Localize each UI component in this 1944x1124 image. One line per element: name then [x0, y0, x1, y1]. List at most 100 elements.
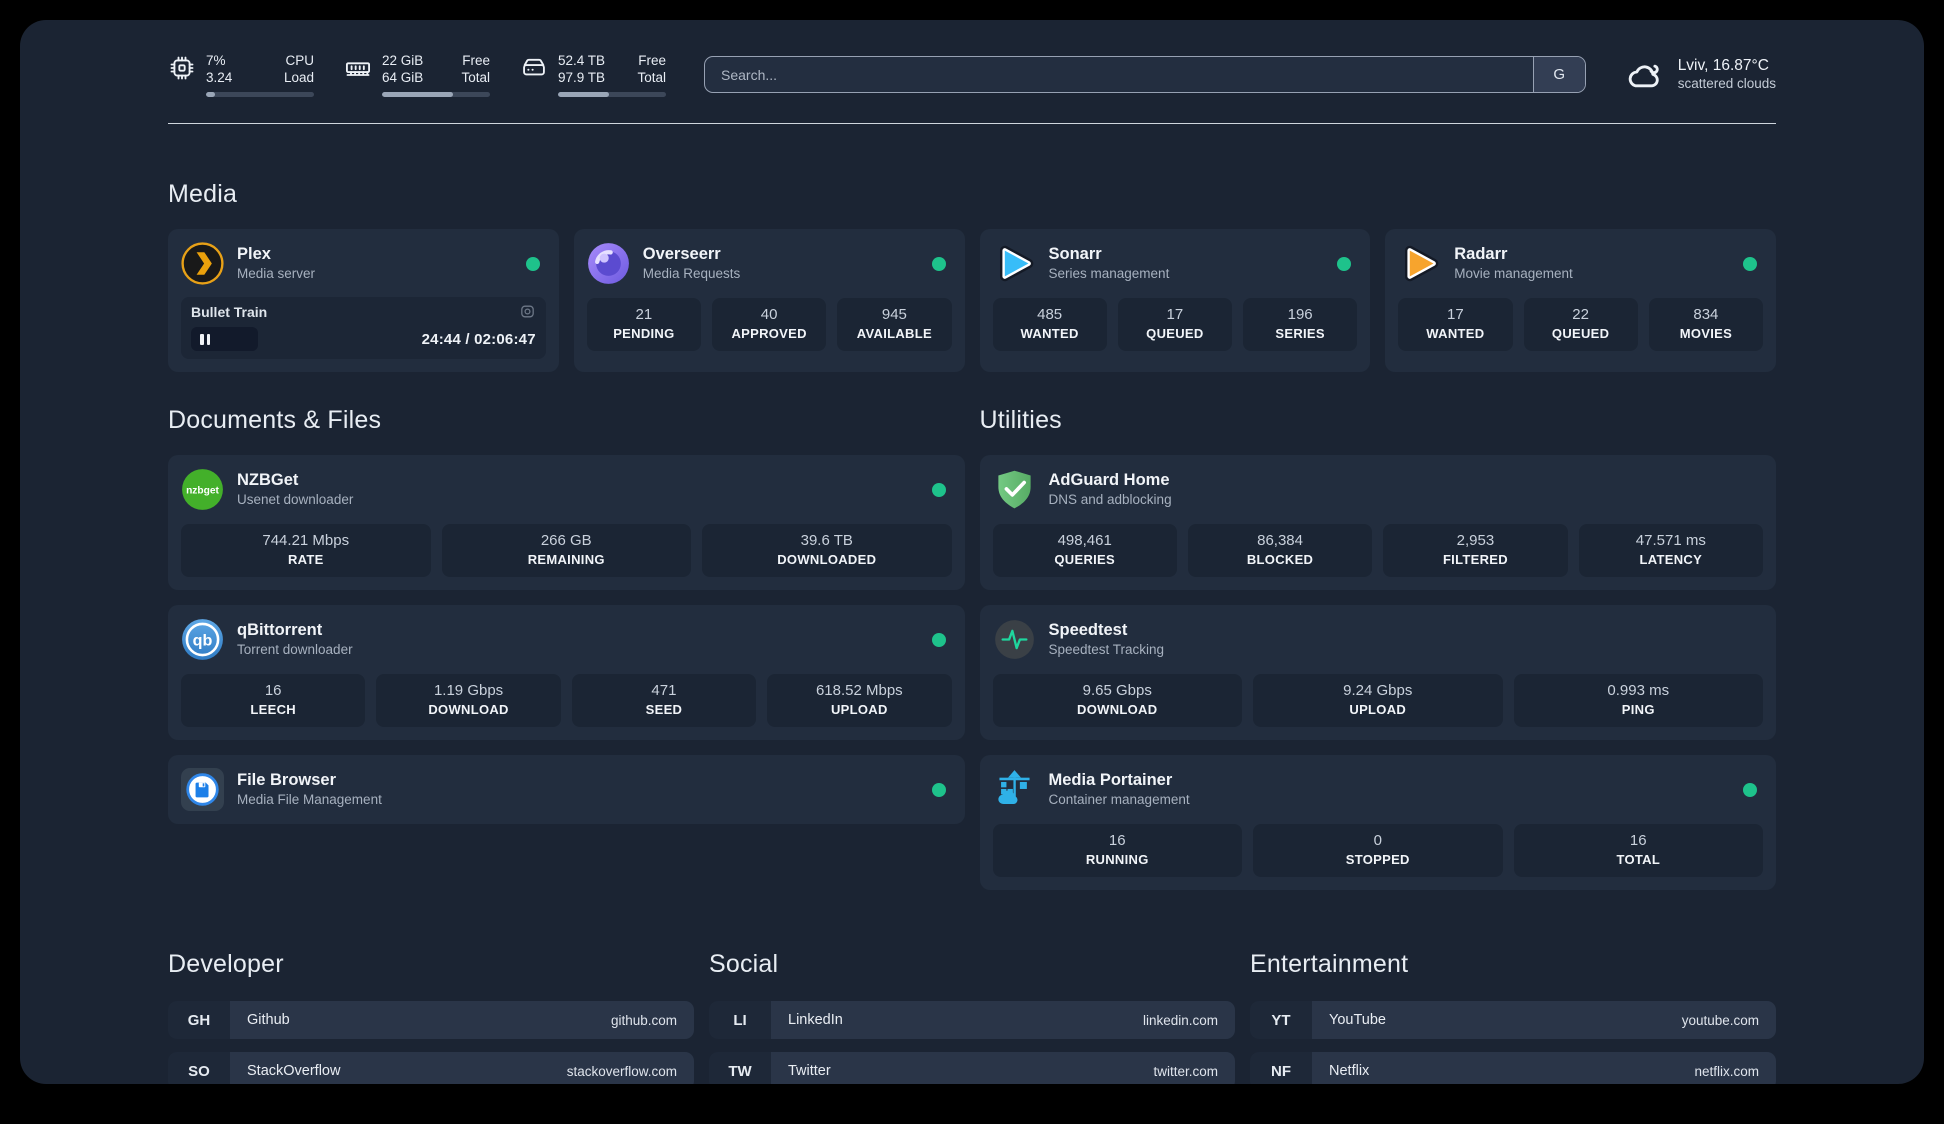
status-dot: [1337, 256, 1352, 271]
bookmark-abbr: GH: [168, 1001, 230, 1039]
weather-location-temp: Lviv, 16.87°C: [1677, 57, 1769, 74]
bookmark-twitter[interactable]: TW Twitter twitter.com: [709, 1052, 1235, 1084]
stat-upload: 9.24 Gbps UPLOAD: [1253, 674, 1503, 727]
service-card-qbittorrent[interactable]: qb qBittorrent Torrent downloader 16 LEE…: [168, 605, 965, 740]
stat-stopped: 0 STOPPED: [1253, 824, 1503, 877]
pause-button[interactable]: [200, 333, 210, 345]
service-subtitle: Movie management: [1454, 266, 1573, 281]
service-subtitle: Container management: [1048, 792, 1190, 807]
service-subtitle: Media File Management: [237, 792, 382, 807]
speedtest-icon: [993, 618, 1036, 661]
cpu-load-label: Load: [283, 70, 314, 85]
memory-total-label: Total: [461, 70, 490, 85]
service-title: File Browser: [237, 771, 337, 789]
status-dot: [931, 782, 946, 797]
player-time: 24:44 / 02:06:47: [421, 330, 536, 348]
cloud-icon: [1624, 55, 1664, 95]
stat-wanted: 17 WANTED: [1398, 298, 1513, 351]
bookmark-abbr: TW: [709, 1052, 771, 1084]
bookmark-name: LinkedIn: [788, 1012, 843, 1028]
filebrowser-icon: [181, 768, 224, 811]
bookmark-group-social: Social LI LinkedIn linkedin.com TW Twitt…: [709, 950, 1235, 1084]
service-subtitle: Torrent downloader: [237, 642, 353, 657]
service-card-adguard[interactable]: AdGuard Home DNS and adblocking 498,461 …: [979, 455, 1776, 590]
service-card-sonarr[interactable]: Sonarr Series management 485 WANTED 17 Q…: [979, 229, 1371, 372]
status-dot: [931, 632, 946, 647]
search-input[interactable]: [705, 57, 1533, 92]
disk-free-label: Free: [638, 53, 666, 68]
service-card-nzbget[interactable]: nzbget NZBGet Usenet downloader 744.21 M…: [168, 455, 965, 590]
section-title-utilities: Utilities: [979, 406, 1062, 434]
bookmark-abbr: YT: [1250, 1001, 1312, 1039]
cpu-usage-value: 7%: [206, 53, 226, 68]
service-subtitle: Media server: [237, 266, 316, 281]
status-dot: [931, 482, 946, 497]
top-header: 7% 3.24 CPU Load 22 GiB 64 GiB Free Tota…: [168, 52, 1776, 97]
service-subtitle: Media Requests: [642, 266, 741, 281]
service-card-overseerr[interactable]: Overseerr Media Requests 21 PENDING 40 A…: [573, 229, 965, 372]
service-title: Sonarr: [1048, 245, 1102, 263]
service-card-filebrowser[interactable]: File Browser Media File Management: [168, 755, 965, 824]
service-title: Plex: [237, 245, 271, 263]
cpu-chip-icon: [168, 54, 196, 82]
service-title: Speedtest: [1048, 621, 1128, 639]
stat-downloaded: 39.6 TB DOWNLOADED: [702, 524, 952, 577]
bookmark-netflix[interactable]: NF Netflix netflix.com: [1250, 1052, 1776, 1084]
stat-download: 1.19 Gbps DOWNLOAD: [376, 674, 561, 727]
section-title-entertainment: Entertainment: [1250, 950, 1409, 978]
stat-leech: 16 LEECH: [181, 674, 366, 727]
stat-wanted: 485 WANTED: [992, 298, 1107, 351]
now-playing-title: Bullet Train: [191, 303, 268, 320]
bookmark-stackoverflow[interactable]: SO StackOverflow stackoverflow.com: [168, 1052, 694, 1084]
cpu-stat: 7% 3.24 CPU Load: [168, 52, 314, 97]
search-bar: G: [704, 56, 1586, 93]
stat-blocked: 86,384 BLOCKED: [1187, 524, 1373, 577]
disk-drive-icon: [520, 54, 548, 82]
search-engine-button[interactable]: G: [1532, 57, 1585, 92]
adguard-icon: [993, 468, 1036, 511]
service-card-speedtest[interactable]: Speedtest Speedtest Tracking 9.65 Gbps D…: [979, 605, 1776, 740]
memory-ram-icon: [344, 54, 372, 82]
system-stats: 7% 3.24 CPU Load 22 GiB 64 GiB Free Tota…: [168, 52, 666, 97]
stat-running: 16 RUNNING: [992, 824, 1242, 877]
section-title-media: Media: [168, 180, 238, 208]
bookmark-abbr: LI: [709, 1001, 771, 1039]
stat-series: 196 SERIES: [1243, 298, 1358, 351]
stat-total: 16 TOTAL: [1513, 824, 1763, 877]
service-title: NZBGet: [237, 471, 299, 489]
disk-free-value: 52.4 TB: [558, 53, 606, 68]
stat-upload: 618.52 Mbps UPLOAD: [767, 674, 952, 727]
bookmark-youtube[interactable]: YT YouTube youtube.com: [1250, 1001, 1776, 1039]
header-divider: [168, 123, 1776, 124]
bookmark-abbr: SO: [168, 1052, 230, 1084]
service-card-portainer[interactable]: Media Portainer Container management 16 …: [979, 755, 1776, 890]
stat-rate: 744.21 Mbps RATE: [181, 524, 431, 577]
cpu-progress-bar: [206, 92, 314, 97]
stat-download: 9.65 Gbps DOWNLOAD: [992, 674, 1242, 727]
memory-stat: 22 GiB 64 GiB Free Total: [344, 52, 490, 97]
stat-queued: 22 QUEUED: [1523, 298, 1638, 351]
stat-movies: 834 MOVIES: [1648, 298, 1763, 351]
service-title: Overseerr: [642, 245, 721, 263]
bookmark-group-developer: Developer GH Github github.com SO StackO…: [168, 950, 694, 1084]
dashboard: 7% 3.24 CPU Load 22 GiB 64 GiB Free Tota…: [20, 20, 1924, 1084]
service-card-plex[interactable]: Plex Media server Bullet Train 24:44 / 0…: [168, 229, 559, 372]
overseerr-icon: [587, 242, 630, 285]
radarr-icon: [1398, 242, 1441, 285]
utilities-column: Utilities AdGuard Home DNS and adblockin…: [979, 406, 1776, 890]
status-dot: [1743, 256, 1757, 271]
service-title: qBittorrent: [237, 621, 323, 639]
section-title-developer: Developer: [168, 950, 284, 978]
bookmark-github[interactable]: GH Github github.com: [168, 1001, 694, 1039]
service-title: AdGuard Home: [1048, 471, 1170, 489]
stat-queries: 498,461 QUERIES: [992, 524, 1177, 577]
bookmark-domain: github.com: [610, 1012, 677, 1028]
service-card-radarr[interactable]: Radarr Movie management 17 WANTED 22 QUE…: [1385, 229, 1776, 372]
sonarr-icon: [993, 242, 1036, 285]
status-dot: [1743, 782, 1757, 797]
bookmark-linkedin[interactable]: LI LinkedIn linkedin.com: [709, 1001, 1235, 1039]
cpu-load-value: 3.24: [206, 70, 233, 85]
svg-text:qb: qb: [193, 631, 213, 649]
bookmark-domain: netflix.com: [1694, 1063, 1759, 1079]
portainer-icon: [993, 768, 1036, 811]
